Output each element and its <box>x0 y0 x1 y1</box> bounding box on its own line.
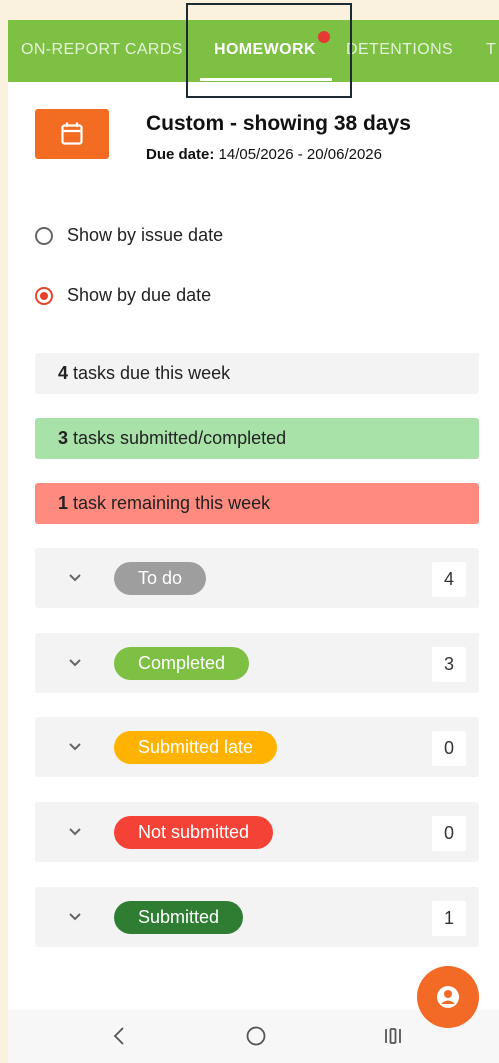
radio-button-checked[interactable] <box>35 286 53 305</box>
radio-issue-date[interactable]: Show by issue date <box>35 225 223 246</box>
date-range-title: Custom - showing 38 days <box>146 112 411 135</box>
tab-on-report-cards[interactable]: ON-REPORT CARDS <box>21 41 183 59</box>
radio-due-date[interactable]: Show by due date <box>35 285 211 306</box>
group-count: 0 <box>432 731 466 766</box>
highlight-box <box>186 3 352 98</box>
radio-issue-date-label: Show by issue date <box>67 225 224 245</box>
summary-submitted-count: 3 <box>58 428 69 448</box>
app-frame: ON-REPORT CARDS HOMEWORK DETENTIONS T Cu… <box>8 20 499 1063</box>
status-badge: Completed <box>114 647 250 680</box>
status-badge: To do <box>114 562 207 595</box>
chevron-down-icon[interactable] <box>67 739 83 755</box>
due-date-label: Due date: <box>146 146 215 163</box>
status-badge: Submitted late <box>114 731 278 764</box>
group-count: 0 <box>432 816 466 851</box>
user-icon <box>437 986 459 1008</box>
tab-next[interactable]: T <box>486 41 496 59</box>
chevron-down-icon[interactable] <box>67 824 83 840</box>
summary-due-text: tasks due this week <box>68 363 231 383</box>
back-icon[interactable] <box>112 1026 126 1046</box>
summary-due-count: 4 <box>58 363 69 383</box>
summary-remaining: 1 task remaining this week <box>35 483 479 524</box>
chevron-down-icon[interactable] <box>67 909 83 925</box>
group-count: 1 <box>432 901 466 936</box>
status-badge: Submitted <box>114 901 244 934</box>
calendar-icon <box>61 122 83 145</box>
radio-due-date-label: Show by due date <box>67 285 212 305</box>
profile-fab[interactable] <box>417 966 479 1028</box>
chevron-down-icon[interactable] <box>67 655 83 671</box>
summary-remaining-text: task remaining this week <box>68 493 271 513</box>
group-submitted-late[interactable]: Submitted late 0 <box>35 717 479 777</box>
summary-submitted-text: tasks submitted/completed <box>68 428 287 448</box>
home-icon[interactable] <box>246 1026 266 1046</box>
status-badge: Not submitted <box>114 816 274 849</box>
group-submitted[interactable]: Submitted 1 <box>35 887 479 947</box>
group-not-submitted[interactable]: Not submitted 0 <box>35 802 479 862</box>
group-completed[interactable]: Completed 3 <box>35 633 479 693</box>
chevron-down-icon[interactable] <box>67 570 83 586</box>
summary-remaining-count: 1 <box>58 493 69 513</box>
radio-button-unchecked[interactable] <box>35 226 53 245</box>
due-date-range: Due date: 14/05/2026 - 20/06/2026 <box>146 146 382 163</box>
group-count: 3 <box>432 647 466 682</box>
group-count: 4 <box>432 562 466 597</box>
tab-detentions[interactable]: DETENTIONS <box>346 41 453 59</box>
due-date-value: 14/05/2026 - 20/06/2026 <box>214 146 383 163</box>
summary-due-this-week: 4 tasks due this week <box>35 353 479 394</box>
recents-icon[interactable] <box>383 1026 403 1046</box>
date-range-button[interactable] <box>35 109 109 159</box>
summary-submitted: 3 tasks submitted/completed <box>35 418 479 459</box>
group-to-do[interactable]: To do 4 <box>35 548 479 608</box>
